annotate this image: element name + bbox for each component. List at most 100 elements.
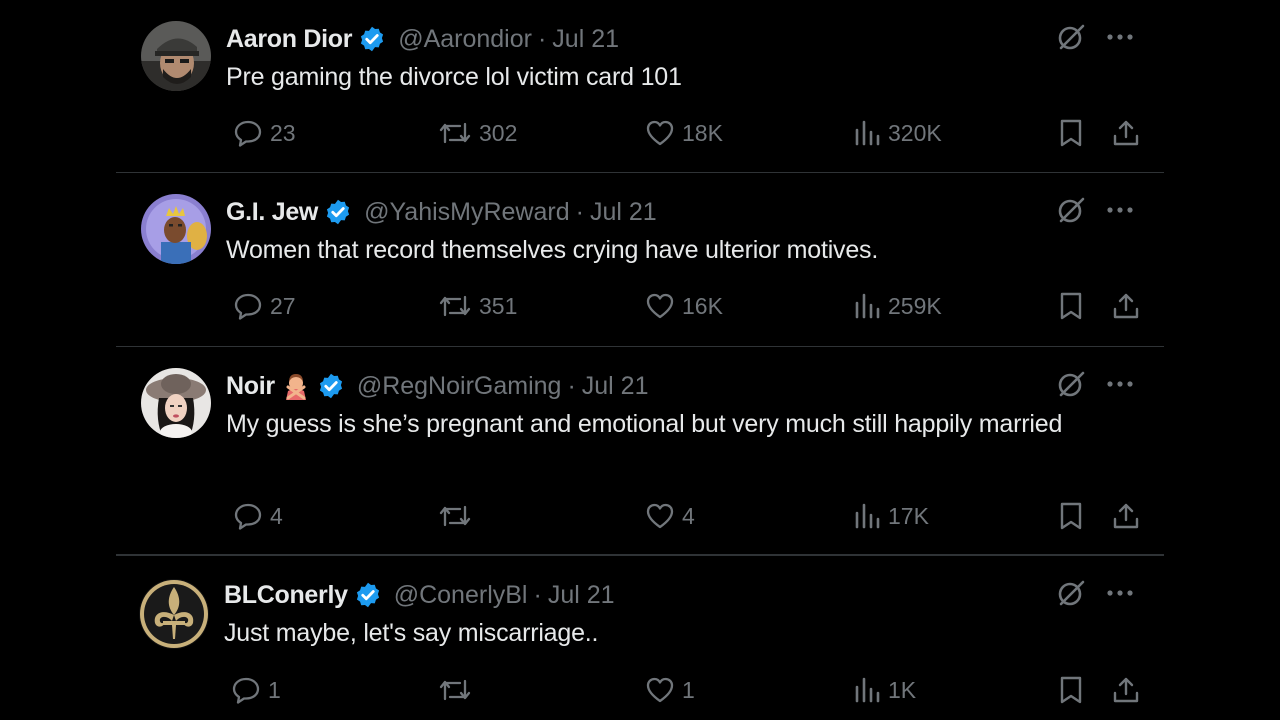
share-icon [1111, 291, 1141, 321]
retweet-count: 351 [479, 292, 518, 319]
share-button[interactable] [1104, 675, 1141, 705]
view-count: 320K [888, 119, 942, 146]
more-options-icon[interactable] [1106, 380, 1134, 388]
reply-button[interactable]: 27 [226, 291, 296, 321]
retweet-button[interactable]: 351 [431, 291, 517, 321]
reply-icon [231, 675, 261, 705]
verified-badge-icon [358, 25, 386, 53]
tweet-actions: 4 4 17K [226, 501, 1139, 531]
verified-badge-icon [317, 372, 345, 400]
tweet[interactable]: Aaron Dior @Aarondior · Jul 21 Pre gamin… [116, 0, 1164, 173]
reply-icon [233, 118, 263, 148]
more-options-icon[interactable] [1106, 589, 1134, 597]
tweet-text: Women that record themselves crying have… [226, 236, 879, 264]
display-name[interactable]: BLConerly [224, 581, 348, 610]
handle[interactable]: @ConerlyBl [394, 581, 528, 610]
analytics-icon [853, 118, 881, 148]
like-count: 16K [682, 292, 723, 319]
tweet-text: My guess is she’s pregnant and emotional… [226, 410, 1063, 438]
tweet-header: G.I. Jew @YahisMyReward · Jul 21 [226, 197, 657, 227]
tweet-text: Pre gaming the divorce lol victim card 1… [226, 63, 682, 91]
like-button[interactable]: 1 [638, 675, 695, 705]
tweet-feed: Aaron Dior @Aarondior · Jul 21 Pre gamin… [116, 0, 1164, 720]
views-button[interactable]: 17K [846, 501, 929, 531]
bookmark-button[interactable] [1051, 118, 1084, 148]
handle[interactable]: @RegNoirGaming [357, 372, 562, 401]
reply-count: 23 [270, 119, 296, 146]
separator-dot: · [537, 24, 547, 53]
like-count: 4 [682, 502, 695, 529]
more-options-icon[interactable] [1106, 206, 1134, 214]
verified-badge-icon [324, 198, 352, 226]
like-button[interactable]: 4 [638, 501, 695, 531]
share-button[interactable] [1104, 501, 1141, 531]
like-count: 1 [682, 676, 695, 703]
handle[interactable]: @YahisMyReward [364, 198, 570, 227]
grok-icon[interactable] [1056, 195, 1086, 225]
analytics-icon [853, 291, 881, 321]
retweet-button[interactable] [431, 675, 479, 705]
avatar[interactable] [141, 194, 211, 264]
grok-icon[interactable] [1056, 578, 1086, 608]
grok-icon[interactable] [1056, 369, 1086, 399]
tweet-date[interactable]: Jul 21 [590, 198, 657, 227]
avatar[interactable] [139, 579, 209, 649]
avatar[interactable] [141, 21, 211, 91]
analytics-icon [853, 675, 881, 705]
reply-count: 1 [268, 676, 281, 703]
retweet-button[interactable] [431, 501, 479, 531]
retweet-count: 302 [479, 119, 518, 146]
tweet-header: Aaron Dior @Aarondior · Jul 21 [226, 24, 619, 54]
view-count: 17K [888, 502, 929, 529]
heart-icon [645, 291, 675, 321]
separator-dot: · [575, 197, 584, 226]
like-count: 18K [682, 119, 723, 146]
retweet-icon [438, 675, 472, 705]
tweet-date[interactable]: Jul 21 [552, 25, 619, 54]
analytics-icon [853, 501, 881, 531]
reply-icon [233, 291, 263, 321]
views-button[interactable]: 320K [846, 118, 942, 148]
reply-count: 27 [270, 292, 296, 319]
bookmark-button[interactable] [1051, 501, 1084, 531]
grok-icon[interactable] [1056, 22, 1086, 52]
reply-button[interactable]: 4 [226, 501, 283, 531]
reply-button[interactable]: 1 [224, 675, 281, 705]
handle[interactable]: @Aarondior [398, 25, 532, 54]
verified-badge-icon [354, 581, 382, 609]
bookmark-icon [1058, 118, 1084, 148]
view-count: 1K [888, 676, 917, 703]
tweet-header: BLConerly @ConerlyBl · Jul 21 [224, 580, 615, 610]
share-button[interactable] [1104, 291, 1141, 321]
avatar[interactable] [141, 368, 211, 438]
tweet-date[interactable]: Jul 21 [582, 372, 649, 401]
tweet[interactable]: BLConerly @ConerlyBl · Jul 21 Just maybe… [116, 556, 1164, 720]
heart-icon [645, 501, 675, 531]
tweet-top-actions [1056, 195, 1134, 225]
display-name[interactable]: Noir [226, 372, 275, 401]
views-button[interactable]: 259K [846, 291, 942, 321]
more-options-icon[interactable] [1106, 33, 1134, 41]
display-name[interactable]: Aaron Dior [226, 25, 352, 54]
views-button[interactable]: 1K [846, 675, 916, 705]
retweet-icon [438, 291, 472, 321]
reply-icon [233, 501, 263, 531]
retweet-button[interactable]: 302 [431, 118, 517, 148]
retweet-icon [438, 118, 472, 148]
bookmark-button[interactable] [1051, 291, 1084, 321]
share-icon [1111, 501, 1141, 531]
tweet-actions: 23 302 18K 320K [226, 118, 1139, 148]
tweet-actions: 1 1 1K [224, 675, 1139, 705]
display-name[interactable]: G.I. Jew [226, 198, 318, 227]
share-button[interactable] [1104, 118, 1141, 148]
bookmark-button[interactable] [1051, 675, 1084, 705]
heart-icon [645, 118, 675, 148]
reply-button[interactable]: 23 [226, 118, 296, 148]
like-button[interactable]: 18K [638, 118, 723, 148]
tweet-date[interactable]: Jul 21 [548, 581, 615, 610]
tweet[interactable]: Noir @RegNoirGaming · Jul 21 My guess is… [116, 347, 1164, 556]
like-button[interactable]: 16K [638, 291, 723, 321]
share-icon [1111, 675, 1141, 705]
tweet[interactable]: G.I. Jew @YahisMyReward · Jul 21 Women t… [116, 173, 1164, 347]
reply-count: 4 [270, 502, 283, 529]
